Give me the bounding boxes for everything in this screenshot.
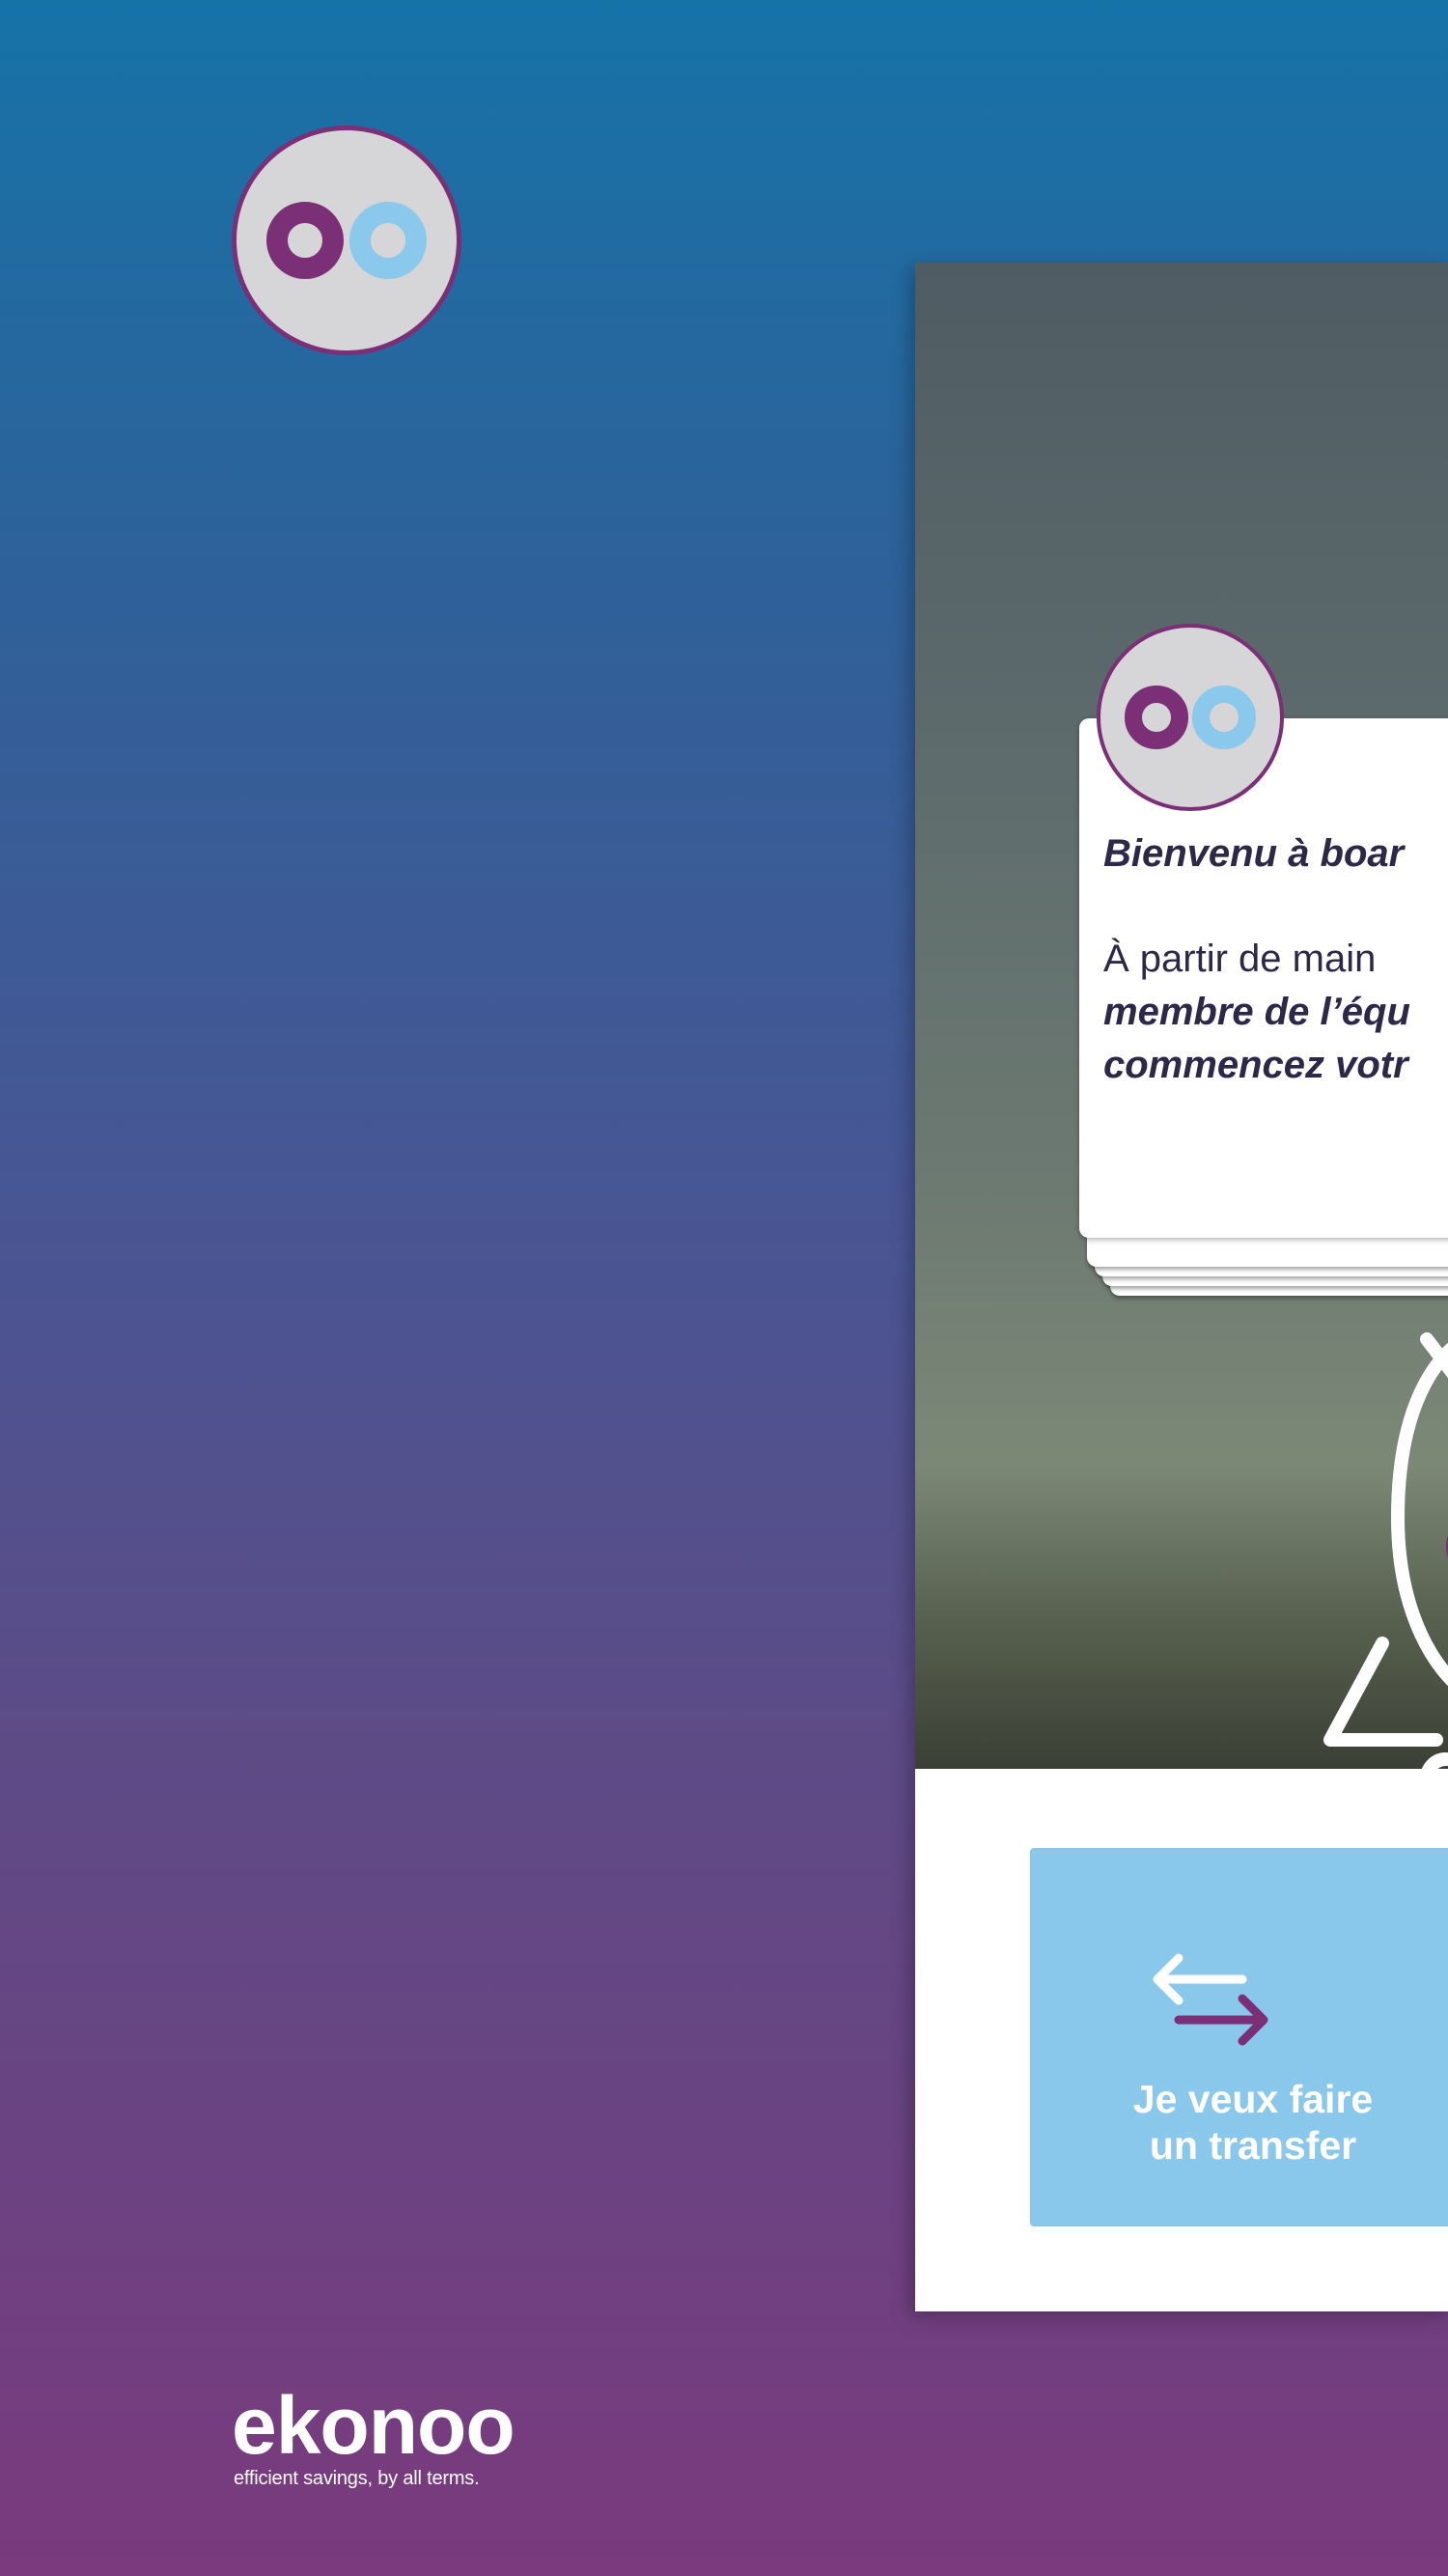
phone-screen-mockup: Bienvenu à boar À partir de main membre … [915,263,1448,2311]
chat-body-lead: À partir de main [1103,938,1377,980]
chat-body: À partir de main membre de l’équ commenc… [1103,933,1448,1092]
oo-logo-badge [232,126,461,355]
chat-avatar [1097,624,1284,811]
promo-canvas: Bienvenu à boar À partir de main membre … [0,0,1448,2576]
brand-logo: ekonoo efficient savings, by all terms. [232,2385,515,2490]
chat-title: Bienvenu à boar [1103,832,1405,875]
logo-o-purple-icon [1125,686,1188,749]
oo-logo-icon [266,202,427,279]
transfer-button[interactable]: Je veux faire un transfer [1030,1848,1448,2226]
rocket-icon [1323,1332,1448,1769]
brand-tagline: efficient savings, by all terms. [234,2468,480,2489]
chat-body-emphasis-line1: membre de l’équ [1103,991,1410,1033]
transfer-button-label: Je veux faire un transfer [1132,2077,1374,2168]
oo-logo-icon [1125,686,1256,749]
chat-message-card: Bienvenu à boar À partir de main membre … [1079,718,1448,1238]
transfer-arrows-icon [1153,1953,1268,2046]
logo-o-blue-icon [349,202,427,279]
logo-o-blue-icon [1192,686,1256,749]
chat-body-emphasis-line2: commencez votr [1103,1044,1408,1086]
logo-o-purple-icon [266,202,344,279]
brand-name: ekonoo [232,2380,515,2471]
